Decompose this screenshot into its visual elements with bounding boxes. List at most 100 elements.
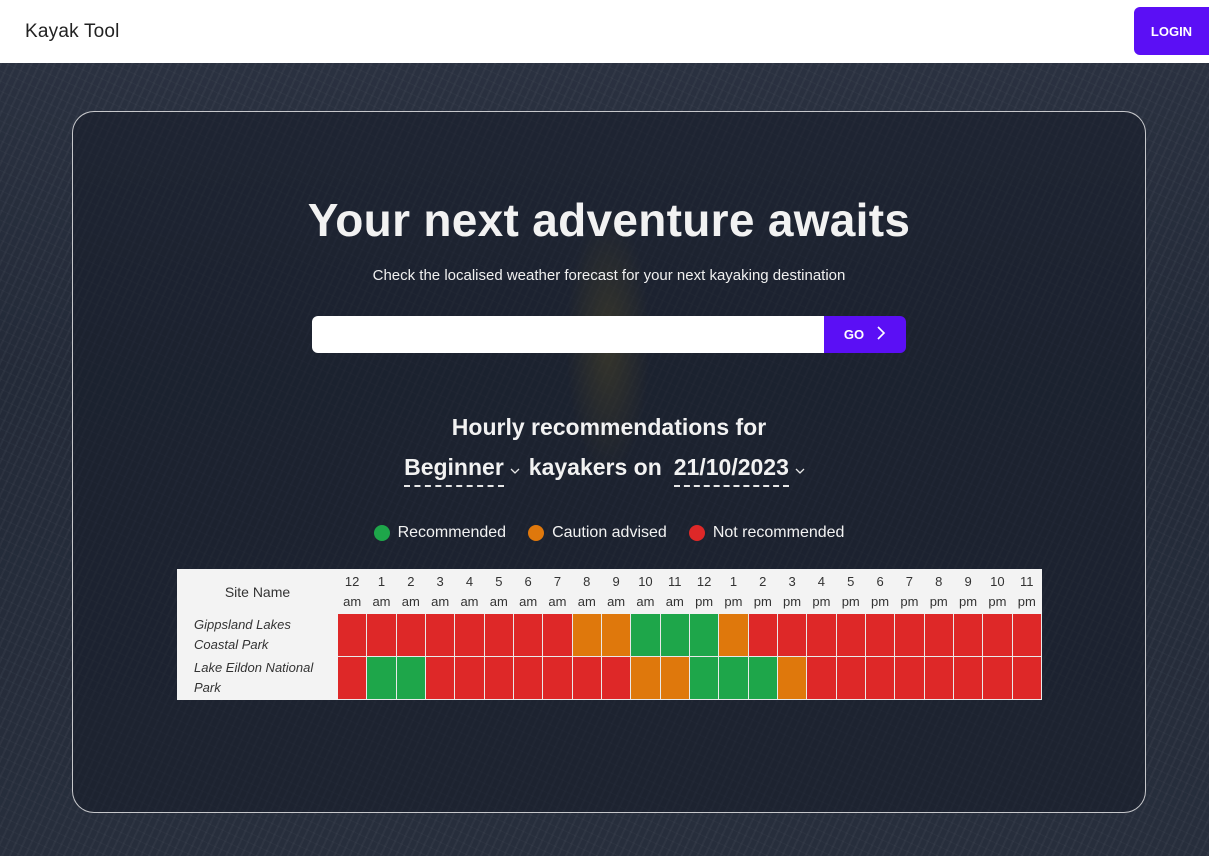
status-cell-red	[1011, 656, 1043, 700]
hour-period: am	[519, 593, 538, 609]
hour-number: 12	[696, 573, 712, 589]
hour-header: 12 am	[336, 569, 368, 614]
table-row: Lake Eildon National Park	[177, 656, 1043, 700]
brand-logo-text[interactable]: Kayak Tool	[25, 21, 120, 43]
hour-header: 4 am	[454, 569, 485, 614]
table-header-row: Site Name 12 am 1 am 2 am 3 am 4 am 5 am 6 am 7 am 8 am 9 a…	[177, 569, 1043, 614]
hour-period: pm	[929, 593, 948, 609]
go-button[interactable]: GO	[824, 316, 906, 353]
chevron-down-icon[interactable]	[795, 467, 805, 475]
status-cell-orange	[659, 656, 690, 700]
hour-period: pm	[812, 593, 831, 609]
hour-period: pm	[959, 593, 978, 609]
recommendations-middle-text: kayakers on	[528, 454, 662, 480]
hour-number: 9	[964, 573, 972, 589]
go-button-label: GO	[843, 327, 865, 342]
skill-level-value: Beginner	[404, 454, 504, 480]
hour-number: 5	[847, 573, 855, 589]
login-button[interactable]: LOGIN	[1134, 7, 1209, 55]
status-cell-red	[982, 656, 1013, 700]
hour-header: 3 pm	[776, 569, 808, 614]
hour-header: 7 am	[542, 569, 573, 614]
hour-period: pm	[783, 593, 802, 609]
status-cell-red	[776, 613, 808, 657]
legend-dot-icon	[688, 525, 705, 541]
hour-period: am	[489, 593, 508, 609]
status-cell-red	[835, 613, 866, 657]
site-name-cell: Lake Eildon National Park	[177, 656, 338, 700]
hour-header: 10 am	[630, 569, 661, 614]
status-cell-red	[747, 613, 778, 657]
date-dropdown[interactable]: 21/10/2023	[673, 454, 789, 487]
hour-header: 5 am	[483, 569, 514, 614]
hour-number: 11	[1020, 573, 1034, 589]
chevron-down-icon[interactable]	[510, 467, 520, 475]
search-input[interactable]	[312, 316, 824, 353]
skill-level-dropdown[interactable]: Beginner	[404, 454, 504, 487]
status-cell-green	[718, 656, 749, 700]
top-navbar: Kayak Tool LOGIN	[0, 0, 1209, 63]
status-cell-red	[806, 613, 837, 657]
status-cell-green	[395, 656, 426, 700]
hour-period: pm	[841, 593, 860, 609]
hour-period: pm	[753, 593, 772, 609]
legend-label: Not recommended	[712, 524, 845, 541]
status-cell-red	[395, 613, 426, 657]
hour-period: am	[665, 593, 684, 609]
status-cell-red	[923, 656, 954, 700]
status-cell-green	[688, 656, 720, 700]
status-cell-orange	[600, 613, 632, 657]
hour-period: am	[401, 593, 420, 609]
status-cell-red	[864, 656, 896, 700]
status-cell-red	[454, 613, 485, 657]
hour-number: 10	[638, 573, 653, 589]
status-cell-red	[806, 656, 837, 700]
search-card: Your next adventure awaits Check the loc…	[72, 111, 1146, 813]
recommendations-table: Site Name 12 am 1 am 2 am 3 am 4 am 5 am 6 am 7 am 8 am 9 a…	[177, 569, 1043, 700]
hour-period: pm	[871, 593, 890, 609]
page-subtitle: Check the localised weather forecast for…	[372, 267, 846, 284]
legend-item: Caution advised	[528, 524, 667, 542]
hour-period: am	[636, 593, 655, 609]
hour-period: am	[431, 593, 450, 609]
search-bar: GO	[312, 316, 906, 353]
status-cell-red	[1011, 613, 1043, 657]
hour-header: 11 pm	[1011, 569, 1043, 614]
site-name-cell: Gippsland Lakes Coastal Park	[177, 613, 338, 657]
status-cell-red	[571, 656, 602, 700]
hour-number: 4	[817, 573, 826, 589]
status-cell-red	[982, 613, 1013, 657]
hour-period: am	[460, 593, 479, 609]
hour-period: am	[343, 593, 362, 609]
status-cell-red	[835, 656, 866, 700]
hour-header: 6 pm	[864, 569, 896, 614]
table-row: Gippsland Lakes Coastal Park	[177, 613, 1043, 657]
hour-number: 7	[553, 573, 562, 589]
hour-number: 12	[344, 573, 360, 589]
hour-header: 2 pm	[747, 569, 778, 614]
status-cell-orange	[718, 613, 749, 657]
legend-dot-icon	[528, 525, 545, 541]
hour-header: 7 pm	[894, 569, 925, 614]
status-cell-red	[336, 613, 368, 657]
hour-header: 4 pm	[806, 569, 837, 614]
site-name-header: Site Name	[177, 569, 338, 614]
hour-period: pm	[724, 593, 743, 609]
hour-header: 8 pm	[923, 569, 954, 614]
legend-label: Caution advised	[552, 524, 667, 541]
hour-header: 9 pm	[952, 569, 984, 614]
status-cell-red	[483, 613, 514, 657]
status-cell-green	[630, 613, 661, 657]
hour-number: 8	[935, 573, 943, 589]
chevron-right-icon	[876, 326, 886, 343]
page-title: Your next adventure awaits	[307, 194, 911, 246]
hour-number: 2	[759, 573, 767, 589]
status-cell-green	[688, 613, 720, 657]
hour-period: pm	[695, 593, 714, 609]
status-cell-red	[952, 613, 984, 657]
hour-period: pm	[900, 593, 919, 609]
hour-header: 8 am	[571, 569, 602, 614]
date-value: 21/10/2023	[673, 454, 789, 480]
hour-number: 2	[407, 573, 415, 589]
status-cell-orange	[571, 613, 602, 657]
